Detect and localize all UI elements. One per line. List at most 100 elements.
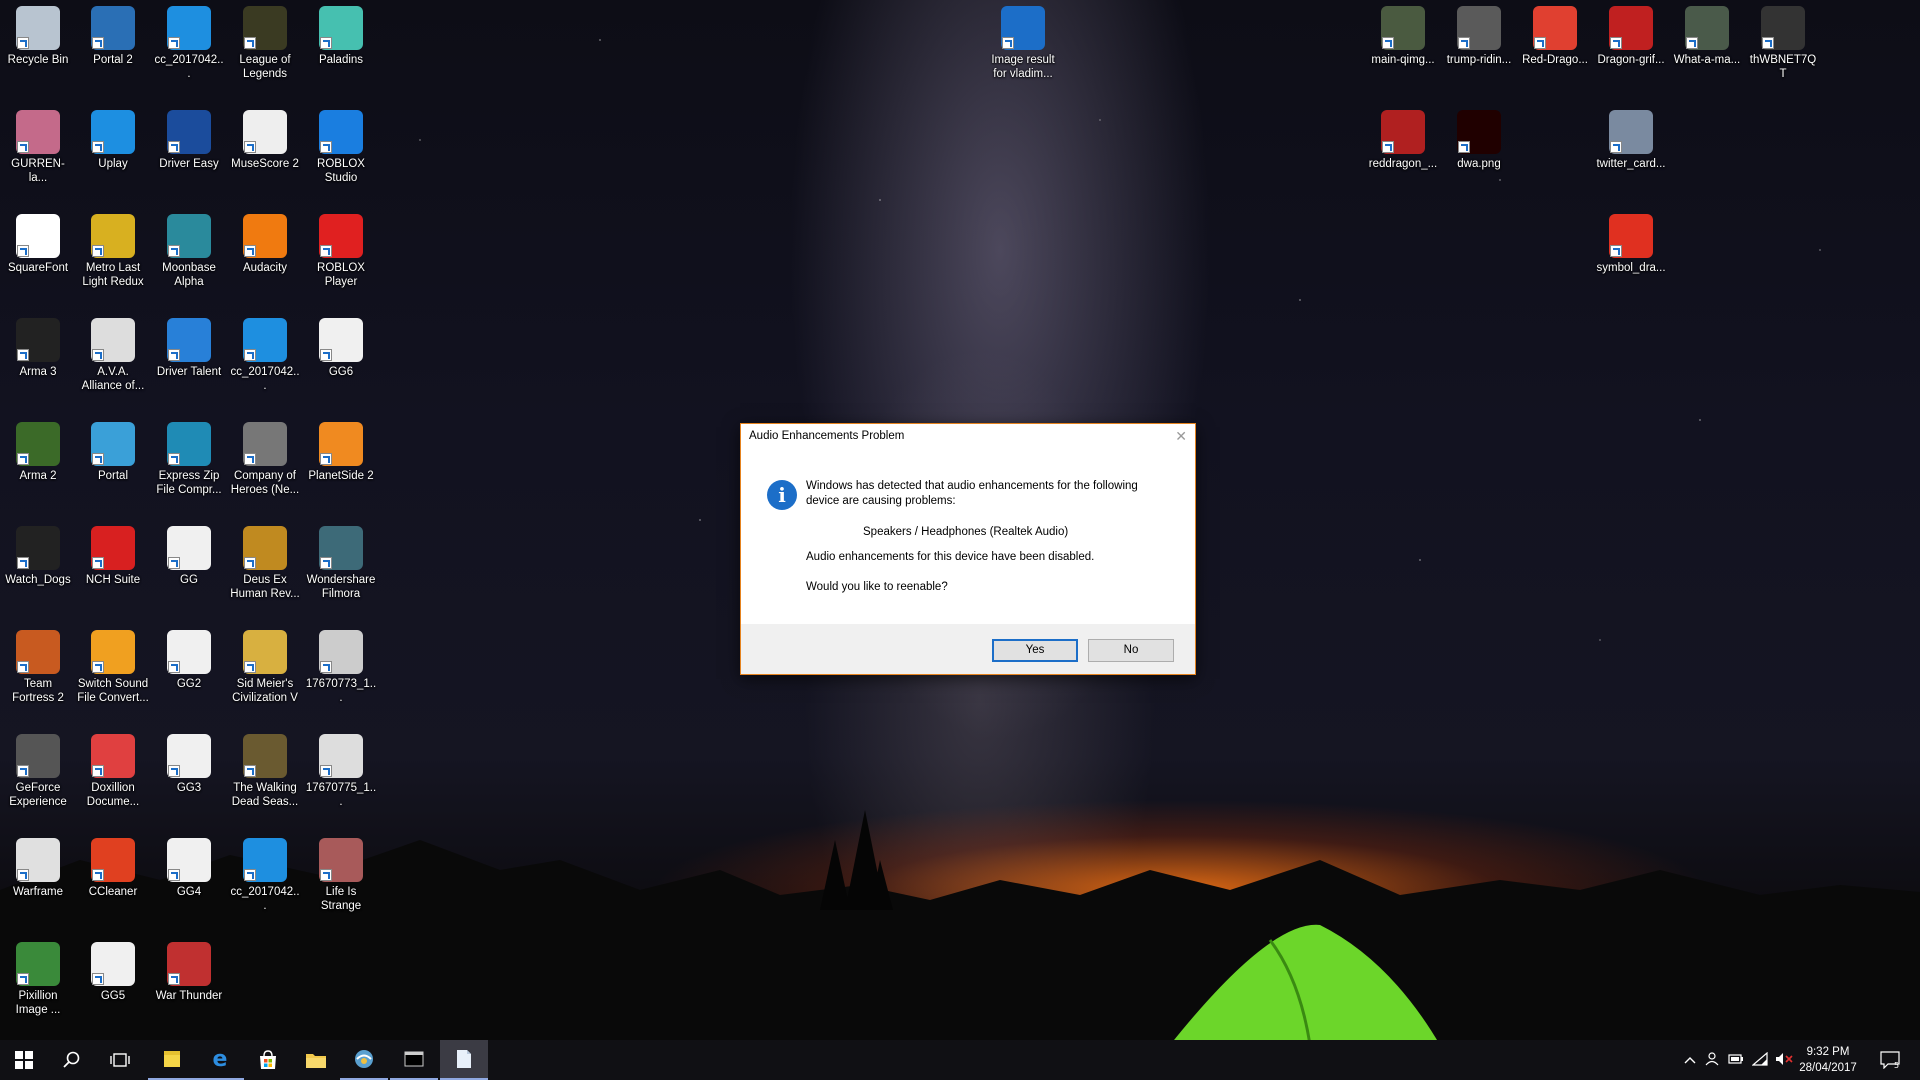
task-view-icon[interactable]: [96, 1040, 144, 1080]
desktop-icon[interactable]: GG: [153, 522, 225, 587]
shortcut-arrow-icon: [168, 973, 180, 985]
people-icon[interactable]: [1700, 1051, 1724, 1069]
shortcut-arrow-icon: [320, 453, 332, 465]
terminal-icon[interactable]: [390, 1040, 438, 1080]
desktop-icon[interactable]: Express Zip File Compr...: [153, 418, 225, 497]
desktop-icon[interactable]: cc_2017042...: [153, 2, 225, 81]
desktop-icon[interactable]: GG5: [77, 938, 149, 1003]
desktop-icon[interactable]: symbol_dra...: [1595, 210, 1667, 275]
desktop-icon[interactable]: GG2: [153, 626, 225, 691]
desktop-icon[interactable]: Doxillion Docume...: [77, 730, 149, 809]
clock[interactable]: 9:32 PM 28/04/2017: [1796, 1044, 1860, 1076]
search-icon[interactable]: [48, 1040, 96, 1080]
desktop-icon[interactable]: NCH Suite: [77, 522, 149, 587]
desktop-icon[interactable]: Life Is Strange: [305, 834, 377, 913]
desktop-icon[interactable]: Moonbase Alpha: [153, 210, 225, 289]
desktop-icon[interactable]: Driver Talent: [153, 314, 225, 379]
battery-icon[interactable]: [1724, 1053, 1748, 1067]
chevron-up-icon[interactable]: [1680, 1053, 1700, 1067]
desktop-icon[interactable]: GG3: [153, 730, 225, 795]
desktop-icon[interactable]: Red-Drago...: [1519, 2, 1591, 67]
desktop-icon[interactable]: Metro Last Light Redux: [77, 210, 149, 289]
desktop-icon-label: GURREN-la...: [11, 158, 65, 184]
desktop-icon[interactable]: main-qimg...: [1367, 2, 1439, 67]
desktop-icon[interactable]: Arma 2: [2, 418, 74, 483]
desktop-icon[interactable]: Pixillion Image ...: [2, 938, 74, 1017]
sticky-notes-icon[interactable]: [148, 1040, 196, 1080]
start-icon[interactable]: [0, 1040, 48, 1080]
desktop-icon[interactable]: SquareFont: [2, 210, 74, 275]
desktop-icon[interactable]: GeForce Experience: [2, 730, 74, 809]
desktop-icon[interactable]: 17670773_1...: [305, 626, 377, 705]
desktop-icon[interactable]: MuseScore 2: [229, 106, 301, 171]
desktop-icon[interactable]: Paladins: [305, 2, 377, 67]
desktop-icon[interactable]: cc_2017042...: [229, 834, 301, 913]
desktop-icon[interactable]: Dragon-grif...: [1595, 2, 1667, 67]
shortcut-arrow-icon: [168, 869, 180, 881]
desktop-icon[interactable]: Image result for vladim...: [987, 2, 1059, 81]
shortcut-arrow-icon: [92, 245, 104, 257]
image-thumb-icon: [1381, 110, 1425, 154]
yes-button[interactable]: Yes: [992, 639, 1078, 662]
shortcut-arrow-icon: [320, 765, 332, 777]
file-explorer-icon[interactable]: [292, 1040, 340, 1080]
desktop-icon[interactable]: Audacity: [229, 210, 301, 275]
desktop-icon[interactable]: Warframe: [2, 834, 74, 899]
desktop-icon[interactable]: Wondershare Filmora: [305, 522, 377, 601]
installer-icon: [243, 838, 287, 882]
desktop-icon[interactable]: A.V.A. Alliance of...: [77, 314, 149, 393]
desktop-icon[interactable]: Driver Easy: [153, 106, 225, 171]
desktop-icon[interactable]: GG6: [305, 314, 377, 379]
action-center-icon[interactable]: 5: [1870, 1040, 1910, 1080]
volume-muted-icon[interactable]: [1772, 1052, 1796, 1069]
app-icon[interactable]: [340, 1040, 388, 1080]
desktop-icon-label: Audacity: [242, 262, 288, 274]
no-button[interactable]: No: [1088, 639, 1174, 662]
desktop-icon[interactable]: Deus Ex Human Rev...: [229, 522, 301, 601]
recycle-bin-icon: [16, 6, 60, 50]
desktop-icon-label: Dragon-grif...: [1597, 54, 1665, 66]
desktop-icon[interactable]: trump-ridin...: [1443, 2, 1515, 67]
desktop-icon[interactable]: GG4: [153, 834, 225, 899]
desktop-icon[interactable]: cc_2017042...: [229, 314, 301, 393]
desktop-icon[interactable]: Portal: [77, 418, 149, 483]
wifi-icon[interactable]: [1748, 1051, 1772, 1069]
desktop-icon-label: League of Legends: [239, 54, 291, 80]
desktop-icon[interactable]: War Thunder: [153, 938, 225, 1003]
desktop-icon[interactable]: Portal 2: [77, 2, 149, 67]
desktop-icon[interactable]: Arma 3: [2, 314, 74, 379]
shortcut-arrow-icon: [92, 661, 104, 673]
desktop-icon[interactable]: Sid Meier's Civilization V: [229, 626, 301, 705]
desktop-icon[interactable]: Switch Sound File Convert...: [77, 626, 149, 705]
ava-icon: [91, 318, 135, 362]
desktop-icon-label: War Thunder: [155, 990, 223, 1002]
image-thumb-icon: [167, 734, 211, 778]
shortcut-arrow-icon: [168, 245, 180, 257]
desktop-icon[interactable]: Company of Heroes (Ne...: [229, 418, 301, 497]
desktop-icon[interactable]: CCleaner: [77, 834, 149, 899]
desktop-icon-label: Recycle Bin: [7, 54, 69, 66]
store-icon[interactable]: [244, 1040, 292, 1080]
shortcut-arrow-icon: [92, 557, 104, 569]
desktop-icon[interactable]: PlanetSide 2: [305, 418, 377, 483]
desktop-icon[interactable]: What-a-ma...: [1671, 2, 1743, 67]
desktop-icon[interactable]: Watch_Dogs: [2, 522, 74, 587]
desktop-icon[interactable]: Team Fortress 2: [2, 626, 74, 705]
tf2-icon: [16, 630, 60, 674]
desktop-icon[interactable]: ROBLOX Studio: [305, 106, 377, 185]
desktop-icon[interactable]: Recycle Bin: [2, 2, 74, 67]
desktop-icon[interactable]: Uplay: [77, 106, 149, 171]
desktop-icon[interactable]: dwa.png: [1443, 106, 1515, 171]
notepad-icon[interactable]: [440, 1040, 488, 1080]
edge-icon[interactable]: e: [196, 1040, 244, 1080]
desktop-icon[interactable]: thWBNET7QT: [1747, 2, 1819, 81]
shortcut-arrow-icon: [320, 661, 332, 673]
desktop-icon[interactable]: League of Legends: [229, 2, 301, 81]
desktop-icon[interactable]: reddragon_...: [1367, 106, 1439, 171]
desktop-icon[interactable]: 17670775_1...: [305, 730, 377, 809]
desktop-icon[interactable]: GURREN-la...: [2, 106, 74, 185]
desktop-icon[interactable]: ROBLOX Player: [305, 210, 377, 289]
desktop-icon[interactable]: twitter_card...: [1595, 106, 1667, 171]
close-icon[interactable]: ✕: [1175, 428, 1187, 445]
desktop-icon[interactable]: The Walking Dead Seas...: [229, 730, 301, 809]
